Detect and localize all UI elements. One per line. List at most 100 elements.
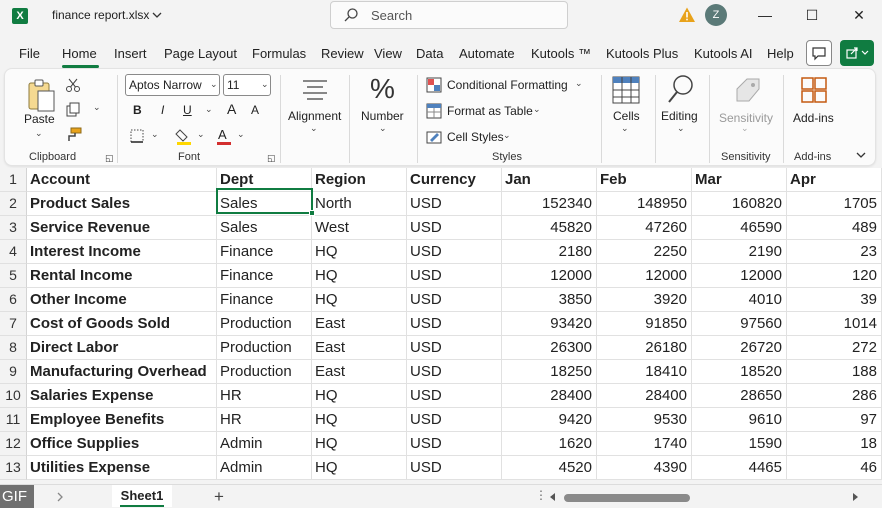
minimize-button[interactable]: —	[742, 0, 788, 30]
spreadsheet-grid[interactable]: 1 Account Dept Region Currency Jan Feb M…	[0, 168, 882, 480]
table-cell[interactable]: 188	[787, 360, 882, 384]
tab-review[interactable]: Review	[321, 46, 364, 61]
table-cell[interactable]: 9530	[597, 408, 692, 432]
table-cell[interactable]: 23	[787, 240, 882, 264]
table-cell[interactable]: Office Supplies	[27, 432, 217, 456]
file-name[interactable]: finance report.xlsx	[52, 8, 149, 22]
table-cell[interactable]: 28650	[692, 384, 787, 408]
italic-button[interactable]: I	[161, 103, 164, 117]
table-cell[interactable]: 12000	[597, 264, 692, 288]
number-chevron-icon[interactable]: ⌄	[379, 123, 387, 134]
horizontal-scrollbar-thumb[interactable]	[564, 494, 690, 502]
table-cell[interactable]: 1590	[692, 432, 787, 456]
table-cell[interactable]: HQ	[312, 288, 407, 312]
warning-icon[interactable]	[678, 6, 696, 24]
table-cell[interactable]: HQ	[312, 456, 407, 480]
tab-formulas[interactable]: Formulas	[252, 46, 306, 61]
table-cell[interactable]: 4465	[692, 456, 787, 480]
table-cell[interactable]: Manufacturing Overhead	[27, 360, 217, 384]
shrink-font-button[interactable]: A	[251, 103, 259, 117]
table-cell[interactable]: Employee Benefits	[27, 408, 217, 432]
maximize-button[interactable]: ☐	[789, 0, 835, 30]
table-cell[interactable]: USD	[407, 288, 502, 312]
add-sheet-button[interactable]: +	[214, 487, 224, 507]
underline-button[interactable]: U	[183, 103, 192, 117]
table-cell[interactable]: 47260	[597, 216, 692, 240]
borders-chevron-icon[interactable]: ⌄	[151, 129, 159, 140]
number-button[interactable]: Number	[361, 109, 404, 123]
alignment-button[interactable]: Alignment	[288, 109, 341, 123]
table-cell[interactable]: 12000	[502, 264, 597, 288]
table-cell[interactable]: 3850	[502, 288, 597, 312]
table-cell[interactable]: 18	[787, 432, 882, 456]
table-cell[interactable]: Salaries Expense	[27, 384, 217, 408]
table-cell[interactable]: USD	[407, 432, 502, 456]
table-cell[interactable]: Production	[217, 336, 312, 360]
alignment-chevron-icon[interactable]: ⌄	[310, 123, 318, 134]
paste-button[interactable]: Paste	[24, 112, 55, 126]
table-cell[interactable]: Finance	[217, 264, 312, 288]
row-header[interactable]: 2	[0, 192, 27, 216]
table-cell[interactable]: HR	[217, 384, 312, 408]
table-cell[interactable]: 152340	[502, 192, 597, 216]
share-button[interactable]	[840, 40, 874, 66]
column-header-cell[interactable]: Account	[27, 168, 217, 192]
table-cell[interactable]: 39	[787, 288, 882, 312]
table-cell[interactable]: 18410	[597, 360, 692, 384]
table-cell[interactable]: 93420	[502, 312, 597, 336]
table-cell[interactable]: Finance	[217, 288, 312, 312]
table-cell[interactable]: 26300	[502, 336, 597, 360]
row-header[interactable]: 11	[0, 408, 27, 432]
row-header[interactable]: 4	[0, 240, 27, 264]
table-cell[interactable]: 489	[787, 216, 882, 240]
table-cell[interactable]: 2190	[692, 240, 787, 264]
add-ins-button[interactable]: Add-ins	[793, 111, 834, 125]
row-header[interactable]: 8	[0, 336, 27, 360]
row-header[interactable]: 3	[0, 216, 27, 240]
row-header[interactable]: 10	[0, 384, 27, 408]
font-name-select[interactable]: Aptos Narrow	[125, 74, 220, 96]
table-cell[interactable]: Direct Labor	[27, 336, 217, 360]
table-cell[interactable]: USD	[407, 408, 502, 432]
editing-chevron-icon[interactable]: ⌄	[677, 123, 685, 134]
comments-button[interactable]	[806, 40, 832, 66]
table-cell[interactable]: 97	[787, 408, 882, 432]
font-name-chevron-icon[interactable]: ⌄	[210, 79, 218, 90]
table-cell[interactable]: 4010	[692, 288, 787, 312]
table-cell[interactable]: USD	[407, 384, 502, 408]
table-cell[interactable]: 97560	[692, 312, 787, 336]
fill-color-icon[interactable]	[175, 127, 193, 145]
fill-handle[interactable]	[309, 210, 315, 216]
tab-page-layout[interactable]: Page Layout	[164, 46, 237, 61]
font-color-chevron-icon[interactable]: ⌄	[237, 129, 245, 140]
table-cell[interactable]: 3920	[597, 288, 692, 312]
split-handle-icon[interactable]: ⋮	[535, 488, 547, 502]
row-header[interactable]: 5	[0, 264, 27, 288]
tab-kutools-ai[interactable]: Kutools AI	[694, 46, 753, 61]
table-cell[interactable]: 26180	[597, 336, 692, 360]
table-cell[interactable]: East	[312, 312, 407, 336]
table-cell[interactable]: 28400	[597, 384, 692, 408]
table-cell[interactable]: 18250	[502, 360, 597, 384]
table-cell[interactable]: 1620	[502, 432, 597, 456]
row-header[interactable]: 12	[0, 432, 27, 456]
row-header[interactable]: 9	[0, 360, 27, 384]
copy-icon[interactable]	[65, 102, 81, 118]
row-header[interactable]: 1	[0, 168, 27, 192]
close-button[interactable]: ✕	[836, 0, 882, 30]
table-cell[interactable]: 148950	[597, 192, 692, 216]
table-cell[interactable]: Service Revenue	[27, 216, 217, 240]
column-header-cell[interactable]: Apr	[787, 168, 882, 192]
table-cell[interactable]: 9610	[692, 408, 787, 432]
table-cell[interactable]: USD	[407, 192, 502, 216]
underline-chevron-icon[interactable]: ⌄	[205, 104, 213, 115]
scroll-right-icon[interactable]	[850, 492, 860, 502]
table-cell[interactable]: Other Income	[27, 288, 217, 312]
table-cell[interactable]: USD	[407, 336, 502, 360]
table-cell[interactable]: Production	[217, 360, 312, 384]
column-header-cell[interactable]: Feb	[597, 168, 692, 192]
table-cell[interactable]: 18520	[692, 360, 787, 384]
table-cell[interactable]: USD	[407, 360, 502, 384]
table-cell[interactable]: Product Sales	[27, 192, 217, 216]
table-cell[interactable]: 91850	[597, 312, 692, 336]
